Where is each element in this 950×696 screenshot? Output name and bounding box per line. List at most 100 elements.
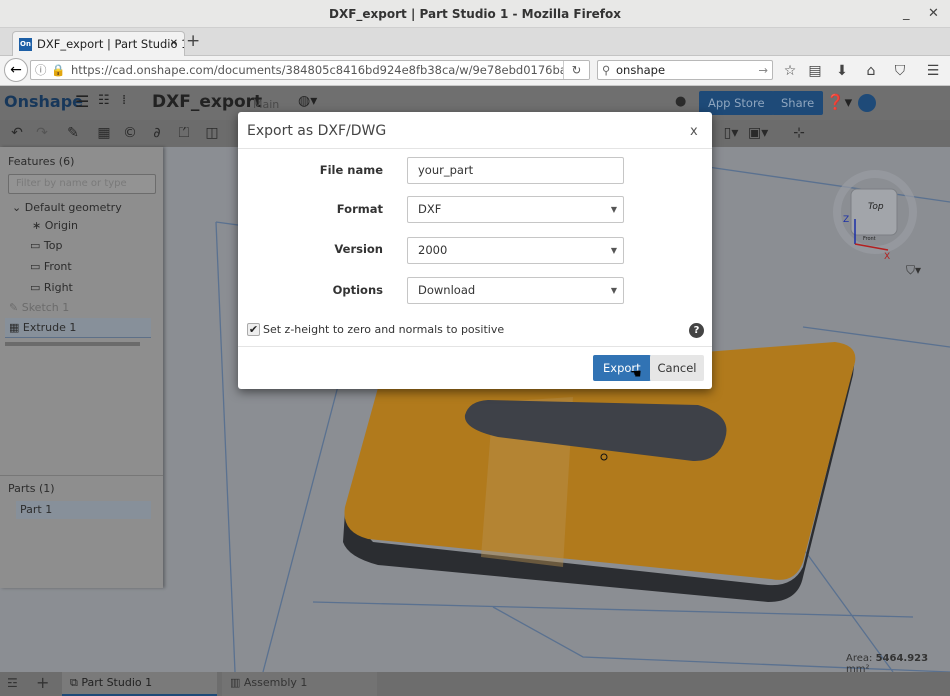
tab-assembly[interactable]: ▥ Assembly 1 xyxy=(222,672,377,696)
revolve-tool-icon[interactable]: © xyxy=(121,124,139,142)
sweep-tool-icon[interactable]: ∂ xyxy=(148,124,166,142)
back-button[interactable]: ← xyxy=(4,58,28,82)
tool-dropdown-icon[interactable]: ▯▾ xyxy=(722,124,740,142)
features-title: Features (6) xyxy=(8,155,75,168)
display-mode-icon[interactable]: ⛉▾ xyxy=(906,263,921,277)
view-cube[interactable]: Top Front Z X xyxy=(833,170,917,262)
filter-placeholder: Filter by name or type xyxy=(16,178,127,189)
tab-part-studio[interactable]: ⧉ Part Studio 1 xyxy=(62,672,217,696)
help-icon[interactable]: ❓▾ xyxy=(826,93,852,111)
variables-icon[interactable]: ⁞ xyxy=(122,93,126,108)
feature-label: Sketch 1 xyxy=(21,301,70,314)
part-studio-icon: ⧉ xyxy=(70,676,82,689)
options-value: Download xyxy=(418,283,476,297)
menu-icon[interactable]: ☰ xyxy=(923,61,943,81)
browser-tab[interactable]: On DXF_export | Part Studio 1 ✕ xyxy=(12,31,185,57)
onshape-logo: Onshape xyxy=(4,92,84,111)
plane-icon: ▭ xyxy=(30,281,44,294)
feature-sketch[interactable]: ✎ Sketch 1 xyxy=(9,301,69,314)
file-name-value: your_part xyxy=(418,163,474,177)
feature-front-plane[interactable]: ▭ Front xyxy=(30,260,72,273)
part-item[interactable]: Part 1 xyxy=(16,501,151,519)
lock-icon: 🔒 xyxy=(51,63,66,77)
export-dialog: Export as DXF/DWG x File name your_part … xyxy=(238,112,712,389)
undo-icon[interactable]: ↶ xyxy=(8,124,26,142)
feature-list-icon[interactable]: ☷ xyxy=(98,93,110,108)
bottom-tab-bar: ☲ + ⧉ Part Studio 1 ▥ Assembly 1 xyxy=(0,672,950,696)
info-icon: ⓘ xyxy=(35,63,47,77)
assembly-icon: ▥ xyxy=(230,676,244,689)
home-icon[interactable]: ⌂ xyxy=(861,61,881,81)
z-height-checkbox-label[interactable]: Set z-height to zero and normals to posi… xyxy=(263,323,504,336)
format-select[interactable]: DXF ▼ xyxy=(407,196,624,223)
named-views-icon[interactable]: ▣▾ xyxy=(748,124,768,142)
feature-label: Extrude 1 xyxy=(22,321,77,334)
tab-label: DXF_export | Part Studio 1 xyxy=(37,37,185,51)
share-button[interactable]: Share xyxy=(772,91,824,115)
loft-tool-icon[interactable]: ⏍ xyxy=(175,124,193,142)
file-name-label: File name xyxy=(319,163,383,177)
cancel-button[interactable]: Cancel xyxy=(650,355,704,381)
hamburger-icon[interactable]: ☰ xyxy=(75,92,89,111)
rollback-bar[interactable] xyxy=(5,342,140,346)
feature-label: Origin xyxy=(44,219,78,232)
feature-filter-input[interactable]: Filter by name or type xyxy=(8,174,156,194)
tab-close-icon[interactable]: ✕ xyxy=(170,32,178,56)
help-icon[interactable]: ? xyxy=(689,323,704,338)
options-label: Options xyxy=(332,283,383,297)
globe-icon[interactable]: ◍▾ xyxy=(298,93,317,109)
downloads-icon[interactable]: ⬇ xyxy=(832,61,852,81)
feature-default-geometry[interactable]: ⌄ Default geometry xyxy=(12,201,122,214)
plane-outline xyxy=(262,366,344,672)
minimize-button[interactable]: _ xyxy=(903,0,910,28)
add-feature-icon[interactable]: ⊹ xyxy=(790,124,808,142)
reload-icon[interactable]: ↻ xyxy=(563,61,589,79)
version-select[interactable]: 2000 ▼ xyxy=(407,237,624,264)
tab-manager-icon[interactable]: ☲ xyxy=(7,676,18,690)
search-go-icon[interactable]: → xyxy=(758,61,768,79)
browser-tab-bar: On DXF_export | Part Studio 1 ✕ + xyxy=(0,28,950,57)
redo-icon[interactable]: ↷ xyxy=(33,124,51,142)
search-input[interactable]: ⚲ onshape → xyxy=(597,60,773,80)
plane-icon: ▭ xyxy=(30,260,44,273)
file-name-input[interactable]: your_part xyxy=(407,157,624,184)
fillet-tool-icon[interactable]: ◫ xyxy=(203,124,221,142)
add-tab-icon[interactable]: + xyxy=(36,673,49,692)
view-cube-top[interactable]: Top xyxy=(868,202,884,212)
pocket-icon[interactable]: ⛉ xyxy=(890,61,910,81)
feature-origin[interactable]: ∗ Origin xyxy=(32,219,78,232)
reading-list-icon[interactable]: ▤ xyxy=(805,61,825,81)
sketch-icon: ✎ xyxy=(9,301,22,314)
url-bar[interactable]: ⓘ 🔒 https://cad.onshape.com/documents/38… xyxy=(30,60,590,80)
branch-label[interactable]: Main xyxy=(253,98,279,111)
tab-label: Assembly 1 xyxy=(243,676,308,689)
plane-outline xyxy=(215,221,236,672)
sketch-tool-icon[interactable]: ✎ xyxy=(64,124,82,142)
export-button[interactable]: Export xyxy=(593,355,651,381)
options-select[interactable]: Download ▼ xyxy=(407,277,624,304)
close-window-button[interactable]: ✕ xyxy=(928,0,939,28)
feature-top-plane[interactable]: ▭ Top xyxy=(30,239,62,252)
panel-divider xyxy=(0,475,163,476)
feature-extrude[interactable]: ▦ Extrude 1 xyxy=(5,318,151,338)
format-label: Format xyxy=(336,202,383,216)
feature-right-plane[interactable]: ▭ Right xyxy=(30,281,73,294)
url-text: https://cad.onshape.com/documents/384805… xyxy=(71,63,590,77)
document-title[interactable]: DXF_export xyxy=(152,92,262,112)
axis-z-label: Z xyxy=(843,215,849,225)
z-height-checkbox[interactable]: ✔ xyxy=(247,323,260,336)
chevron-down-icon: ▼ xyxy=(610,286,617,295)
bookmark-star-icon[interactable]: ☆ xyxy=(780,61,800,81)
avatar[interactable] xyxy=(858,94,876,112)
extrude-tool-icon[interactable]: ▦ xyxy=(95,124,113,142)
comments-icon[interactable]: ● xyxy=(675,94,686,109)
parts-title: Parts (1) xyxy=(8,482,55,495)
new-tab-button[interactable]: + xyxy=(186,31,200,51)
chevron-down-icon: ⌄ xyxy=(12,201,25,214)
view-cube-front[interactable]: Front xyxy=(863,236,876,242)
version-label: Version xyxy=(334,242,383,256)
divider xyxy=(238,148,712,149)
dialog-close-button[interactable]: x xyxy=(690,124,698,139)
dialog-title: Export as DXF/DWG xyxy=(247,123,387,139)
extrude-icon: ▦ xyxy=(9,321,23,334)
